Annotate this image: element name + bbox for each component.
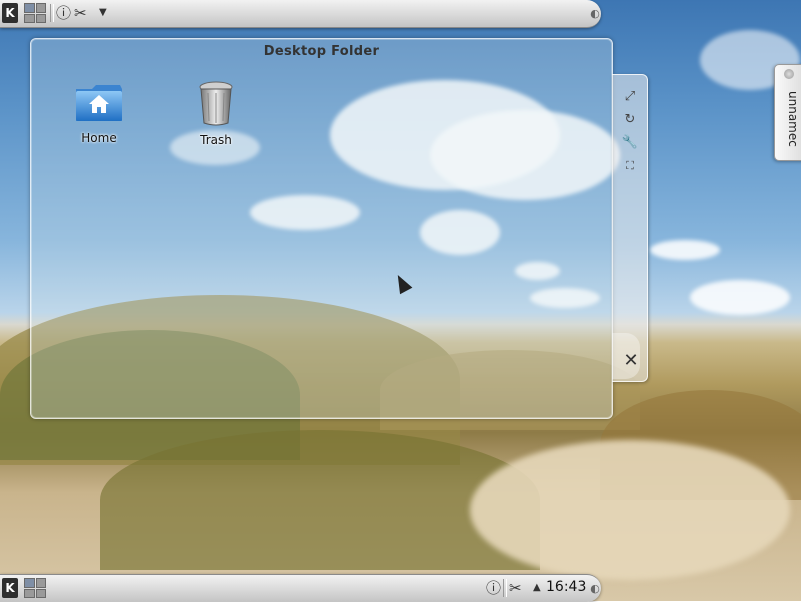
panel-toolbox-icon[interactable] [784,69,794,79]
applet-handle[interactable]: ⤢ ↻ 🔧 ⛶ ✕ [612,74,648,382]
desktop-item-label: Home [81,131,117,145]
side-tab-label: unnamec [786,91,800,147]
tray-expand-icon[interactable]: ▲ [533,579,541,597]
resize-icon[interactable]: ⤢ [621,87,639,105]
pager-desktop-2[interactable] [35,578,46,588]
bottom-panel: K ⓘ ✂ ▲ 16:43 ◐ [0,574,601,602]
desktop-item-label: Trash [200,133,232,147]
info-icon[interactable]: ⓘ [56,4,71,22]
pager-desktop-4[interactable] [35,588,46,598]
panel-toolbox-icon[interactable]: ◐ [588,578,602,598]
desktop-folder-widget[interactable]: Desktop Folder Home Trash [30,38,613,419]
folder-title: Desktop Folder [263,44,380,59]
info-icon[interactable]: ⓘ [486,579,501,597]
pager-icon[interactable] [24,578,46,598]
kde-menu-icon[interactable]: K [2,3,18,23]
pager-desktop-3[interactable] [24,588,35,598]
top-panel: K ⓘ ✂ ▼ ◐ [0,0,601,28]
maximize-icon[interactable]: ⛶ [621,157,639,175]
trash-desktop-item[interactable]: Trash [176,81,256,147]
panel-toolbox-icon[interactable]: ◐ [588,3,602,23]
pager-desktop-1[interactable] [24,578,35,588]
pager-desktop-1[interactable] [24,3,35,13]
pager-desktop-3[interactable] [24,13,35,23]
scissors-icon[interactable]: ✂ [74,4,87,22]
home-folder-icon [76,85,122,121]
scissors-icon[interactable]: ✂ [509,579,522,597]
side-panel-tab[interactable]: unnamec [774,64,801,161]
pager-desktop-4[interactable] [35,13,46,23]
pager-desktop-2[interactable] [35,3,46,13]
configure-icon[interactable]: 🔧 [621,133,639,151]
panel-separator [50,4,54,22]
panel-separator [503,579,507,597]
rotate-icon[interactable]: ↻ [621,110,639,128]
close-icon[interactable]: ✕ [621,349,641,371]
home-desktop-item[interactable]: Home [59,81,139,145]
dropdown-arrow-icon[interactable]: ▼ [99,4,107,22]
kde-menu-icon[interactable]: K [2,578,18,598]
trash-icon [199,81,233,126]
clock[interactable]: 16:43 [546,579,586,595]
pager-icon[interactable] [24,3,46,23]
